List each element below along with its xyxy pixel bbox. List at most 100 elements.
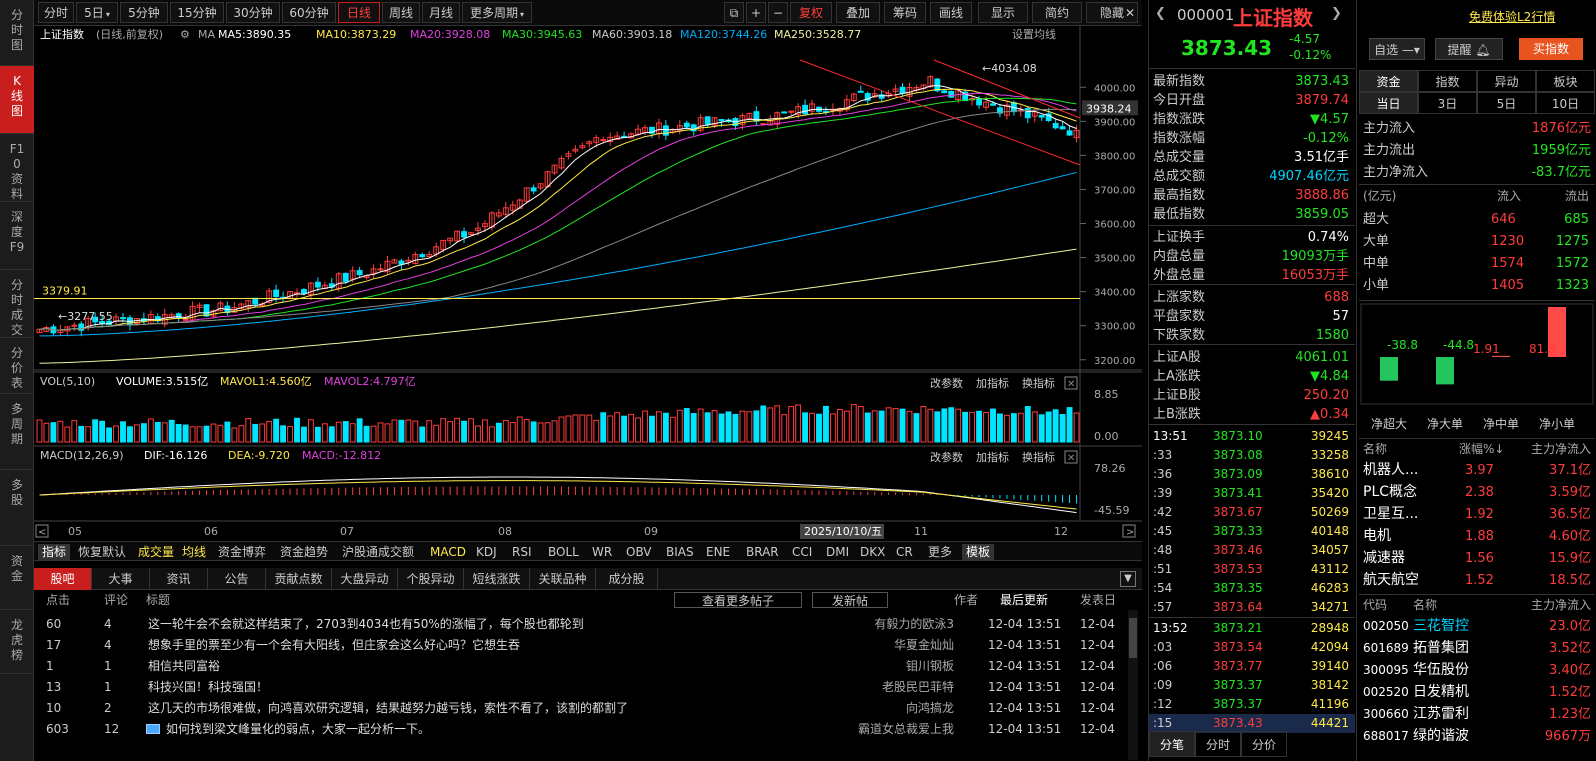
fund-period-2[interactable]: 5日 <box>1477 92 1536 114</box>
indicator-10[interactable]: BOLL <box>544 544 583 560</box>
indicator-21[interactable]: 模板 <box>962 544 995 560</box>
quote-tab-1[interactable]: 分时 <box>1195 731 1241 757</box>
stock-row[interactable]: 002520 日发精机 1.52亿 <box>1359 682 1595 703</box>
indicator-8[interactable]: KDJ <box>472 544 501 560</box>
indicator-19[interactable]: CR <box>892 544 917 560</box>
collapse-icon[interactable]: ▼ <box>1120 571 1136 587</box>
macd-btn-2[interactable]: 换指标 <box>1022 450 1055 464</box>
alert-button[interactable]: 提醒 🔔︎ <box>1435 38 1503 60</box>
set-ma-button[interactable]: 设置均线 <box>1012 26 1056 44</box>
nav-item-5[interactable]: 分价表 <box>0 338 34 394</box>
news-row[interactable]: 10 2 这几天的市场很难做，向鸿喜欢研究逻辑，结果越努力越亏钱，索性不看了，该割的… <box>34 698 1126 719</box>
kline-chart[interactable]: 4000.00 3900.00 3800.00 3700.00 3600.00 3500.… <box>34 0 1142 541</box>
indicator-17[interactable]: DMI <box>822 544 853 560</box>
news-row[interactable]: 17 4 想象手里的票至少有一个会有大阳线，但庄家会这么好心吗？它想生吞 华夏金灿灿 1… <box>34 635 1126 656</box>
indicator-20[interactable]: 更多 <box>924 544 956 560</box>
indicator-18[interactable]: DKX <box>856 544 889 560</box>
sector-row[interactable]: 机器人... 3.97 37.1亿 <box>1359 460 1595 481</box>
news-tab-3[interactable]: 公告 <box>208 568 266 590</box>
fund-period-1[interactable]: 3日 <box>1418 92 1477 114</box>
fund-period-0[interactable]: 当日 <box>1359 92 1418 114</box>
indicator-16[interactable]: CCI <box>788 544 816 560</box>
indicator-5[interactable]: 资金趋势 <box>276 544 332 560</box>
nav-item-1[interactable]: K线图 <box>0 66 34 134</box>
news-tab-2[interactable]: 资讯 <box>150 568 208 590</box>
fund-tab-0[interactable]: 资金 <box>1359 70 1418 92</box>
news-tab-7[interactable]: 短线涨跌 <box>464 568 530 590</box>
news-row[interactable]: 60 4 这一轮牛会不会就这样结束了，2703到4034也有50%的涨幅了，每个股也… <box>34 614 1126 635</box>
news-title[interactable]: 这几天的市场很难做，向鸿喜欢研究逻辑，结果越努力越亏钱，索性不看了，该割的都割了 <box>148 698 628 719</box>
indicator-13[interactable]: BIAS <box>662 544 698 560</box>
indicator-0[interactable]: 指标 <box>38 544 71 560</box>
indicator-11[interactable]: WR <box>588 544 616 560</box>
indicator-2[interactable]: 成交量 <box>134 544 178 560</box>
vol-btn-1[interactable]: 加指标 <box>976 376 1009 390</box>
l2-trial-link[interactable]: 免费体验L2行情 <box>1469 8 1555 25</box>
nav-item-4[interactable]: 分时成交 <box>0 270 34 338</box>
forward-icon[interactable]: ❯ <box>1331 6 1342 21</box>
nav-item-6[interactable]: 多周期 <box>0 394 34 470</box>
news-scrollbar[interactable] <box>1128 610 1138 760</box>
news-tab-8[interactable]: 关联品种 <box>530 568 596 590</box>
more-posts-button[interactable]: 查看更多帖子 <box>674 592 802 608</box>
indicator-4[interactable]: 资金博弈 <box>214 544 270 560</box>
indicator-12[interactable]: OBV <box>622 544 656 560</box>
indicator-14[interactable]: ENE <box>702 544 734 560</box>
buy-index-button[interactable]: 买指数 <box>1519 38 1583 60</box>
vol-btn-0[interactable]: 改参数 <box>930 376 963 390</box>
nav-item-2[interactable]: F10资料 <box>0 134 34 202</box>
quote-tab-0[interactable]: 分笔 <box>1149 731 1195 757</box>
settings-icon[interactable]: ⚙ <box>180 26 190 44</box>
nav-item-8[interactable]: 资金 <box>0 546 34 610</box>
news-tab-6[interactable]: 个股异动 <box>398 568 464 590</box>
macd-btn-1[interactable]: 加指标 <box>976 450 1009 464</box>
sector-row[interactable]: PLC概念 2.38 3.59亿 <box>1359 482 1595 503</box>
watchlist-dropdown[interactable]: 自选 —▾ <box>1369 38 1425 60</box>
indicator-9[interactable]: RSI <box>508 544 536 560</box>
indicator-3[interactable]: 均线 <box>178 544 210 560</box>
news-row[interactable]: 13 1 科技兴国！科技强国！ 老股民巴菲特 12-04 13:51 12-04 <box>34 677 1126 698</box>
news-title[interactable]: 相信共同富裕 <box>148 656 220 677</box>
stock-row[interactable]: 002050 三花智控 23.0亿 <box>1359 616 1595 637</box>
indicator-6[interactable]: 沪股通成交额 <box>338 544 418 560</box>
sector-row[interactable]: 航天航空 1.52 18.5亿 <box>1359 570 1595 591</box>
fund-tab-2[interactable]: 异动 <box>1477 70 1536 92</box>
vol-btn-2[interactable]: 换指标 <box>1022 376 1055 390</box>
quote-tab-2[interactable]: 分价 <box>1241 731 1287 757</box>
news-title[interactable]: 如何找到梁文峰量化的弱点，大家一起分析一下。 <box>166 719 430 740</box>
nav-item-7[interactable]: 多股 <box>0 470 34 546</box>
news-tab-0[interactable]: 股吧 <box>34 568 92 590</box>
nav-item-3[interactable]: 深度F9 <box>0 202 34 270</box>
indicator-15[interactable]: BRAR <box>742 544 783 560</box>
fund-tab-3[interactable]: 板块 <box>1536 70 1595 92</box>
news-row[interactable]: 1 1 相信共同富裕 钼川钢板 12-04 13:51 12-04 <box>34 656 1126 677</box>
sector-row[interactable]: 卫星互... 1.92 36.5亿 <box>1359 504 1595 525</box>
news-tab-9[interactable]: 成分股 <box>596 568 658 590</box>
stock-row[interactable]: 688017 绿的谐波 9667万 <box>1359 726 1595 747</box>
stock-row[interactable]: 601689 拓普集团 3.52亿 <box>1359 638 1595 659</box>
macd-btn-0[interactable]: 改参数 <box>930 450 963 464</box>
nav-item-9[interactable]: 龙虎榜 <box>0 610 34 674</box>
nav-item-0[interactable]: 分时图 <box>0 0 34 66</box>
stock-row[interactable]: 300095 华伍股份 3.40亿 <box>1359 660 1595 681</box>
news-row[interactable]: 603 12 如何找到梁文峰量化的弱点，大家一起分析一下。 霸道女总裁爱上我 12-04… <box>34 719 1126 740</box>
indicator-7[interactable]: MACD <box>426 544 470 560</box>
fund-tab-1[interactable]: 指数 <box>1418 70 1477 92</box>
indicator-1[interactable]: 恢复默认 <box>74 544 130 560</box>
stock-row[interactable]: 300660 江苏雷利 1.23亿 <box>1359 704 1595 725</box>
news-title[interactable]: 科技兴国！科技强国！ <box>148 677 268 698</box>
news-title[interactable]: 这一轮牛会不会就这样结束了，2703到4034也有50%的涨幅了，每个股也都轮到 <box>148 614 584 635</box>
vol-bar <box>99 420 106 443</box>
news-title[interactable]: 想象手里的票至少有一个会有大阳线，但庄家会这么好心吗？它想生吞 <box>148 635 520 656</box>
news-tab-4[interactable]: 贡献点数 <box>266 568 332 590</box>
news-tab-1[interactable]: 大事 <box>92 568 150 590</box>
sector-col-pct[interactable]: 涨幅%↓ <box>1459 439 1504 460</box>
sector-row[interactable]: 减速器 1.56 15.9亿 <box>1359 548 1595 569</box>
col-updated[interactable]: 最后更新 <box>1000 590 1048 610</box>
scroll-thumb[interactable] <box>1129 618 1137 658</box>
back-icon[interactable]: ❮ <box>1155 6 1166 21</box>
sector-row[interactable]: 电机 1.88 4.60亿 <box>1359 526 1595 547</box>
news-tab-5[interactable]: 大盘异动 <box>332 568 398 590</box>
fund-period-3[interactable]: 10日 <box>1536 92 1595 114</box>
new-post-button[interactable]: 发新帖 <box>812 592 888 608</box>
